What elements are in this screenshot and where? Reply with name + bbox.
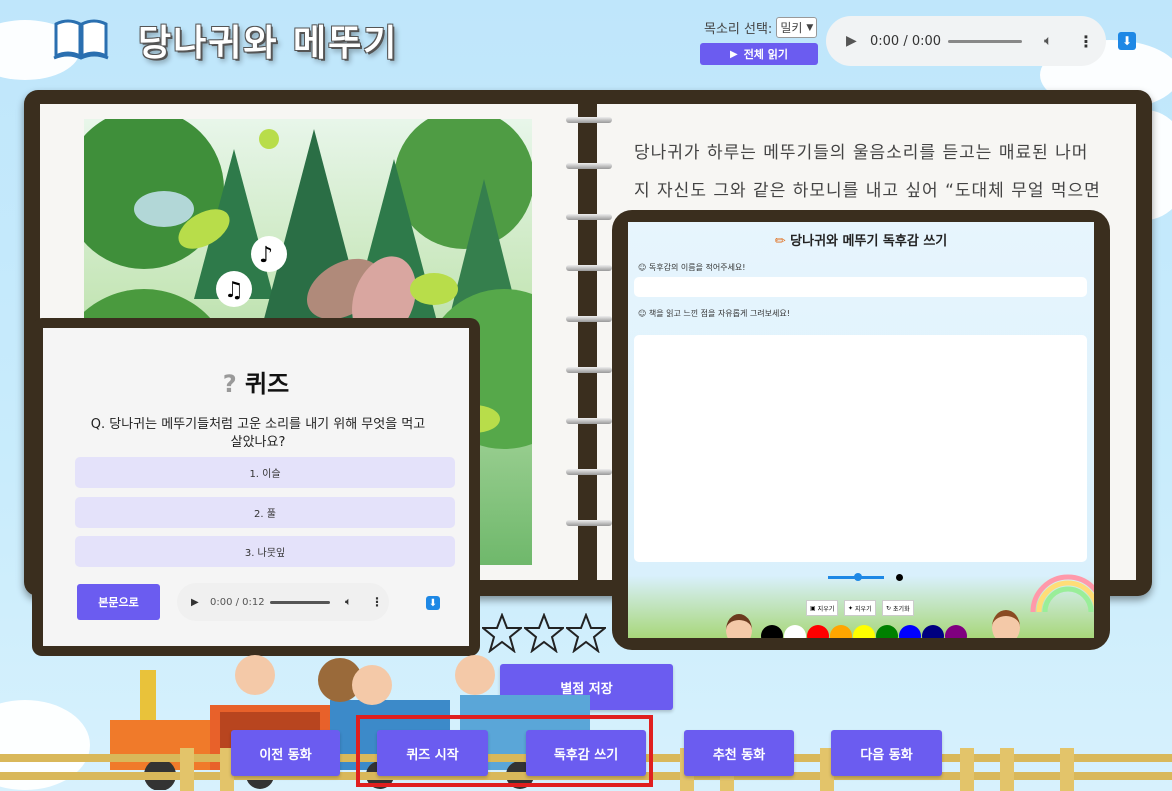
drawing-label: ☺ 책을 읽고 느낀 점을 자유롭게 그려보세요! [638,308,790,319]
question-mark-icon: ? [222,370,237,398]
color-swatch-green[interactable] [876,625,898,638]
clear-stroke-label: 지우기 [855,605,872,613]
brush-size-preview [896,574,903,581]
reset-label: 초기화 [893,605,910,613]
reset-button[interactable]: ↻ 초기화 [882,600,914,616]
binder-ring [566,117,612,123]
report-name-input[interactable] [634,277,1087,297]
quiz-question: Q. 당나귀는 메뚜기들처럼 고운 소리를 내기 위해 무엇을 먹고 살았나요? [90,417,426,450]
child-icon: ☺ [638,263,647,272]
binder-ring [566,469,612,475]
color-swatch-yellow[interactable] [853,625,875,638]
quiz-title-text: 퀴즈 [245,370,290,398]
color-swatch-white[interactable] [784,625,806,638]
rainbow-decoration [1030,574,1094,612]
prev-story-button[interactable]: 이전 동화 [231,730,340,776]
color-swatch-purple[interactable] [945,625,967,638]
play-icon: ▶ [729,48,738,60]
page-title: 당나귀와 메뚜기 [138,23,399,64]
boy-character [992,610,1020,638]
read-all-button[interactable]: ▶ 전체 읽기 [700,43,818,65]
chevron-down-icon: ▼ [806,22,814,33]
broom-icon: ✦ [848,604,854,612]
volume-icon[interactable]: 🔈︎ [1044,33,1052,49]
binder-ring [566,265,612,271]
quiz-audio-player: ▶ 0:00 / 0:12 🔈︎ ⋮ [177,583,389,621]
binder-ring [566,367,612,373]
drawing-canvas[interactable] [634,335,1087,562]
binder-ring [566,316,612,322]
highlight-box [356,715,653,787]
quiz-title: ? 퀴즈 [43,364,469,399]
book-report-modal: ✏ 당나귀와 메뚜기 독후감 쓰기 ☺ 독후감의 이름을 적어주세요! ☺ 책을… [612,210,1110,650]
pencil-icon: ✏ [774,234,786,249]
header-audio-player: ▶ 0:00 / 0:00 🔈︎ ⋮ [826,16,1106,66]
quiz-option-2[interactable]: 2. 풀 [75,497,455,528]
voice-label: 목소리 선택: [704,22,773,37]
audio-progress[interactable] [948,39,1022,43]
binder-ring [566,214,612,220]
svg-text:♫: ♫ [224,278,244,303]
book-report-title-text: 당나귀와 메뚜기 독후감 쓰기 [790,234,948,249]
read-all-label: 전체 읽기 [743,48,788,61]
color-swatch-orange[interactable] [830,625,852,638]
quiz-panel: ? 퀴즈 Q. 당나귀는 메뚜기들처럼 고운 소리를 내기 위해 무엇을 먹고 … [43,328,469,646]
quiz-download-icon[interactable]: ⬇ [426,596,440,610]
play-icon[interactable]: ▶ [191,597,199,608]
voice-select[interactable]: 밀키 ▼ [776,17,818,38]
quiz-modal: ? 퀴즈 Q. 당나귀는 메뚜기들처럼 고운 소리를 내기 위해 무엇을 먹고 … [32,318,480,656]
volume-icon[interactable]: 🔈︎ [345,595,352,609]
quiz-audio-time: 0:00 / 0:12 [210,596,265,608]
binder-ring [566,418,612,424]
play-icon[interactable]: ▶ [846,33,857,49]
child-icon: ☺ [638,309,647,318]
audio-time: 0:00 / 0:00 [870,33,942,49]
color-swatch-red[interactable] [807,625,829,638]
color-swatch-navy[interactable] [922,625,944,638]
voice-selector: 목소리 선택: 밀키 ▼ [704,17,818,38]
book-icon [53,19,109,60]
color-swatch-blue[interactable] [899,625,921,638]
book-report-panel: ✏ 당나귀와 메뚜기 독후감 쓰기 ☺ 독후감의 이름을 적어주세요! ☺ 책을… [628,222,1094,638]
quiz-audio-progress[interactable] [270,600,330,604]
quiz-option-3[interactable]: 3. 나뭇잎 [75,536,455,567]
book-report-title: ✏ 당나귀와 메뚜기 독후감 쓰기 [628,230,1094,249]
more-options-icon[interactable]: ⋮ [1078,32,1094,51]
reset-icon: ↻ [886,604,892,612]
girl-character [726,614,752,638]
drawing-label-text: 책을 읽고 느낀 점을 자유롭게 그려보세요! [648,309,790,318]
slider-thumb[interactable] [854,573,862,581]
svg-text:♪: ♪ [259,243,273,268]
more-options-icon[interactable]: ⋮ [371,595,383,609]
eraser-button[interactable]: ▣ 지우기 [806,600,839,616]
voice-selected: 밀키 [780,21,803,35]
binder-ring [566,520,612,526]
binder-ring [566,163,612,169]
quiz-option-1[interactable]: 1. 이슬 [75,457,455,488]
rating-star-1[interactable] [482,613,522,653]
rating-star-2[interactable] [524,613,564,653]
back-to-text-button[interactable]: 본문으로 [77,584,160,620]
color-swatch-black[interactable] [761,625,783,638]
report-name-label-text: 독후감의 이름을 적어주세요! [648,263,746,272]
report-name-label: ☺ 독후감의 이름을 적어주세요! [638,262,746,273]
next-story-button[interactable]: 다음 동화 [831,730,942,776]
download-icon[interactable]: ⬇ [1118,32,1136,50]
eraser-label: 지우기 [817,605,835,613]
eraser-icon: ▣ [810,604,816,612]
clear-stroke-button[interactable]: ✦ 지우기 [844,600,876,616]
recommended-story-button[interactable]: 추천 동화 [684,730,794,776]
rating-star-3[interactable] [566,613,606,653]
